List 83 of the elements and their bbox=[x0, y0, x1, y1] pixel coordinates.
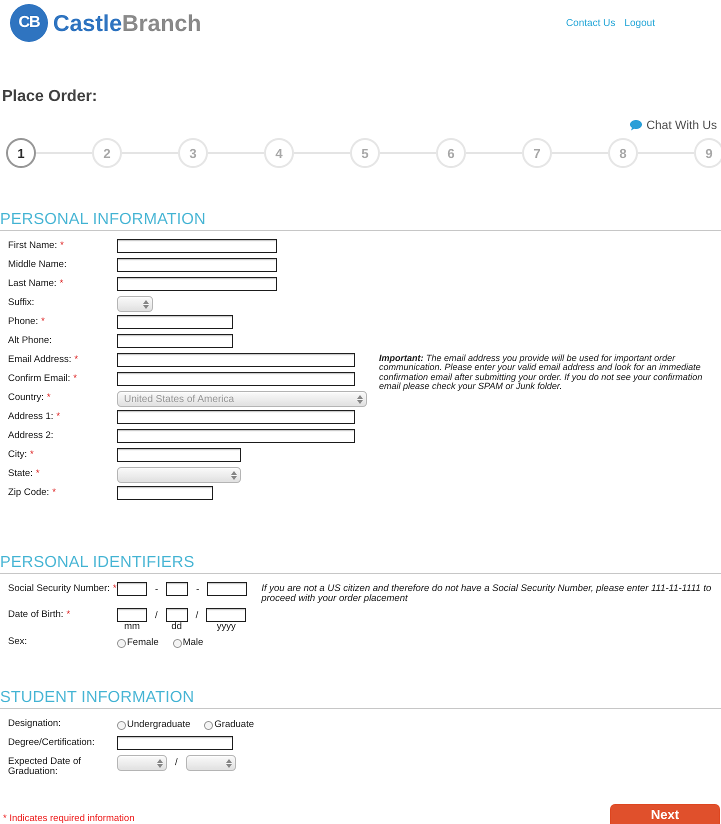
step-indicator: 7 bbox=[522, 138, 552, 168]
input-field[interactable] bbox=[166, 608, 188, 622]
step-indicator: 3 bbox=[178, 138, 208, 168]
section-heading: PERSONAL INFORMATION bbox=[0, 211, 721, 231]
radio-option[interactable]: Female bbox=[117, 635, 159, 648]
input-field[interactable] bbox=[117, 429, 355, 443]
field-label: Designation: bbox=[8, 717, 62, 729]
dropdown[interactable] bbox=[117, 755, 167, 772]
field-label: Address 1: * bbox=[8, 410, 62, 422]
input-field[interactable] bbox=[117, 239, 277, 253]
logo-mark: CB bbox=[10, 4, 48, 42]
radio-option[interactable]: Undergraduate bbox=[117, 717, 190, 730]
input-field[interactable] bbox=[206, 608, 246, 622]
field-hint: dd bbox=[171, 622, 182, 632]
input-field[interactable] bbox=[166, 582, 188, 596]
radio-icon[interactable] bbox=[117, 639, 126, 648]
field-label: Address 2: bbox=[8, 429, 54, 440]
field-label: Middle Name: bbox=[8, 258, 68, 270]
field-label: Phone: * bbox=[8, 315, 46, 326]
input-field[interactable] bbox=[117, 372, 355, 386]
separator: - bbox=[196, 584, 200, 595]
stepper-arrows-icon bbox=[226, 758, 232, 768]
input-field[interactable] bbox=[117, 315, 233, 329]
field-label: City: * bbox=[8, 448, 35, 460]
stepper-arrows-icon bbox=[357, 394, 363, 404]
stepper-arrows-icon bbox=[143, 300, 149, 308]
field-label: First Name: * bbox=[8, 239, 65, 250]
input-field[interactable] bbox=[117, 486, 213, 500]
input-field[interactable] bbox=[117, 277, 277, 291]
input-field[interactable] bbox=[117, 582, 147, 596]
ssn-note: If you are not a US citizen and therefore do not have a Social Security Number, please enter 111-11-1111 to proceed with your order placement bbox=[261, 584, 712, 605]
input-field[interactable] bbox=[117, 334, 233, 348]
input-field[interactable] bbox=[117, 410, 355, 424]
field-label: Country: * bbox=[8, 391, 52, 402]
next-button[interactable]: Next bbox=[610, 804, 720, 824]
field-label: Degree/Certification: bbox=[8, 736, 96, 748]
step-indicator: 6 bbox=[436, 138, 466, 168]
input-field[interactable] bbox=[207, 582, 248, 596]
field-hint: yyyy bbox=[216, 622, 236, 632]
radio-icon[interactable] bbox=[172, 639, 182, 648]
email-note: Important: The email address you provide will be used for important order communication. Please enter your valid email address and look for an immediate confirmation email after submitting your order. If you do not see your confirmation email please check your SPAM or Junk folder. bbox=[379, 354, 704, 394]
radio-icon[interactable] bbox=[204, 721, 214, 730]
step-indicator: 9 bbox=[694, 138, 721, 168]
field-label: Alt Phone: bbox=[8, 334, 53, 346]
field-label: Zip Code: * bbox=[8, 486, 57, 498]
separator: - bbox=[155, 584, 158, 595]
input-field[interactable] bbox=[117, 258, 277, 272]
field-hint: mm bbox=[124, 622, 140, 632]
field-label: Date of Birth: * bbox=[8, 608, 72, 620]
required-note: * Indicates required information bbox=[3, 813, 134, 824]
field-label: Sex: bbox=[8, 635, 28, 647]
dropdown[interactable] bbox=[117, 296, 153, 312]
field-label: State: * bbox=[8, 467, 41, 478]
field-label: Social Security Number: * bbox=[8, 582, 117, 594]
page-title: Place Order: bbox=[2, 88, 98, 105]
stepper-arrows-icon bbox=[231, 470, 237, 480]
field-label: Expected Date of Graduation: bbox=[8, 755, 82, 776]
input-field[interactable] bbox=[117, 448, 241, 462]
radio-icon[interactable] bbox=[117, 721, 126, 730]
input-field[interactable] bbox=[117, 736, 233, 750]
chat-link[interactable]: Chat With Us bbox=[630, 118, 717, 132]
radio-option[interactable]: Male bbox=[172, 635, 204, 648]
input-field[interactable] bbox=[117, 608, 147, 622]
field-label: Email Address: * bbox=[8, 353, 80, 364]
stepper-arrows-icon bbox=[157, 758, 163, 768]
separator: / bbox=[175, 757, 178, 768]
section-heading: PERSONAL IDENTIFIERS bbox=[0, 554, 721, 574]
separator: / bbox=[155, 610, 158, 621]
brand-name: CastleBranch bbox=[53, 10, 202, 36]
speech-bubble-icon bbox=[630, 120, 642, 130]
dropdown[interactable] bbox=[186, 755, 236, 772]
field-label: Last Name: * bbox=[8, 277, 64, 288]
step-indicator: 1 bbox=[6, 138, 36, 168]
step-indicator: 8 bbox=[608, 138, 638, 168]
radio-option[interactable]: Graduate bbox=[204, 717, 254, 730]
step-indicator: 5 bbox=[350, 138, 380, 168]
step-indicator: 2 bbox=[92, 138, 122, 168]
field-label: Confirm Email: * bbox=[8, 372, 78, 384]
field-label: Suffix: bbox=[8, 296, 36, 308]
step-indicator: 4 bbox=[264, 138, 294, 168]
input-field[interactable] bbox=[117, 353, 355, 367]
separator: / bbox=[196, 610, 198, 621]
section-heading: STUDENT INFORMATION bbox=[0, 689, 721, 710]
